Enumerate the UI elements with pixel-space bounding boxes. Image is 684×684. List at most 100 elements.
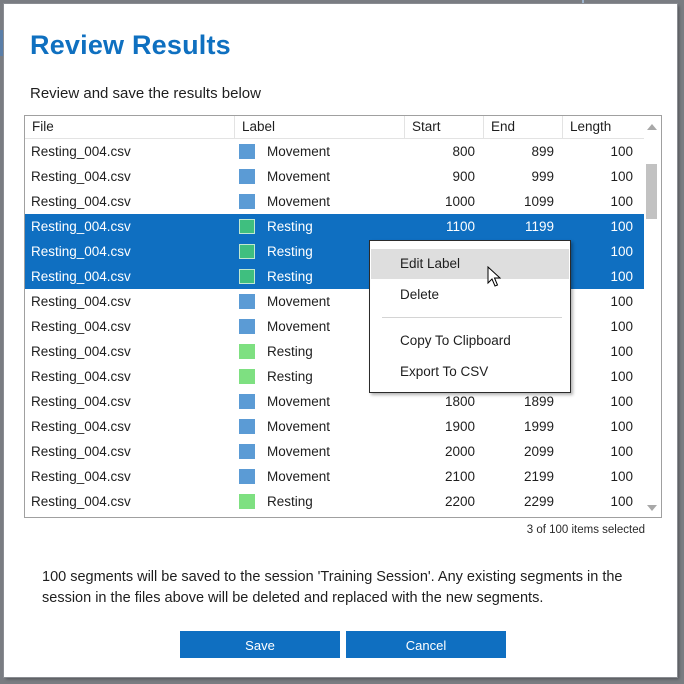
table-row[interactable]: Resting_004.csv Movement 1900 1999 100	[25, 414, 644, 439]
cell-file: Resting_004.csv	[31, 294, 131, 309]
selection-status: 3 of 100 items selected	[526, 524, 645, 536]
cell-start: 2000	[444, 444, 475, 459]
cell-length: 100	[610, 394, 633, 409]
cell-end: 999	[531, 169, 554, 184]
table-row[interactable]: Resting_004.csv Movement 800 899 100	[25, 139, 644, 164]
cell-start: 900	[452, 169, 475, 184]
cell-label: Movement	[267, 144, 331, 159]
mouse-cursor-icon	[487, 266, 501, 287]
label-color-swatch-icon	[239, 494, 255, 509]
cell-file: Resting_004.csv	[31, 369, 131, 384]
cell-length: 100	[610, 444, 633, 459]
column-header-label[interactable]: Label	[235, 116, 405, 138]
table-row[interactable]: Resting_004.csv Movement 2000 2099 100	[25, 439, 644, 464]
cell-file: Resting_004.csv	[31, 494, 131, 509]
label-color-swatch-icon	[239, 144, 255, 159]
table-header: File Label Start End Length	[25, 116, 644, 139]
cell-length: 100	[610, 494, 633, 509]
cell-file: Resting_004.csv	[31, 344, 131, 359]
column-header-file[interactable]: File	[25, 116, 235, 138]
label-color-swatch-icon	[239, 319, 255, 334]
cell-start: 2200	[444, 494, 475, 509]
cell-end: 1999	[523, 419, 554, 434]
cell-label: Movement	[267, 419, 331, 434]
label-color-swatch-icon	[239, 294, 255, 309]
label-color-swatch-icon	[239, 394, 255, 409]
cell-label: Movement	[267, 444, 331, 459]
cell-file: Resting_004.csv	[31, 244, 131, 259]
cell-file: Resting_004.csv	[31, 219, 131, 234]
cell-file: Resting_004.csv	[31, 319, 131, 334]
cell-start: 1000	[444, 194, 475, 209]
label-color-swatch-icon	[239, 194, 255, 209]
cell-label: Resting	[267, 219, 313, 234]
menu-separator	[382, 317, 562, 318]
cancel-button[interactable]: Cancel	[346, 631, 506, 658]
label-color-swatch-icon	[239, 444, 255, 459]
cell-file: Resting_004.csv	[31, 419, 131, 434]
table-row[interactable]: Resting_004.csv Movement 2100 2199 100	[25, 464, 644, 489]
table-row[interactable]: Resting_004.csv Movement 900 999 100	[25, 164, 644, 189]
context-menu: Edit Label Delete Copy To Clipboard Expo…	[369, 240, 571, 393]
menu-item-edit-label[interactable]: Edit Label	[371, 249, 569, 279]
cell-file: Resting_004.csv	[31, 444, 131, 459]
cell-start: 1900	[444, 419, 475, 434]
dialog-subtitle: Review and save the results below	[30, 85, 261, 102]
cell-length: 100	[610, 294, 633, 309]
cell-file: Resting_004.csv	[31, 469, 131, 484]
cell-length: 100	[610, 469, 633, 484]
cell-label: Resting	[267, 494, 313, 509]
cell-length: 100	[610, 344, 633, 359]
column-header-start[interactable]: Start	[405, 116, 484, 138]
cell-label: Movement	[267, 469, 331, 484]
cell-length: 100	[610, 144, 633, 159]
cell-start: 1100	[445, 219, 475, 234]
menu-item-export-to-csv[interactable]: Export To CSV	[371, 357, 569, 387]
column-header-length[interactable]: Length	[563, 116, 644, 138]
menu-item-delete[interactable]: Delete	[371, 280, 569, 310]
label-color-swatch-icon	[239, 169, 255, 184]
label-color-swatch-icon	[239, 219, 255, 234]
cell-start: 2100	[444, 469, 475, 484]
table-row[interactable]: Resting_004.csv Resting 2200 2299 100	[25, 489, 644, 514]
scrollbar-thumb[interactable]	[646, 164, 657, 219]
save-notice: 100 segments will be saved to the sessio…	[42, 569, 623, 606]
cell-length: 100	[610, 419, 633, 434]
cell-length: 100	[610, 369, 633, 384]
cell-end: 2299	[523, 494, 554, 509]
cell-end: 1099	[523, 194, 554, 209]
vertical-scrollbar[interactable]	[644, 116, 661, 517]
label-color-swatch-icon	[239, 344, 255, 359]
review-results-dialog: Review Results Review and save the resul…	[4, 4, 677, 677]
cell-start: 800	[452, 144, 475, 159]
column-header-end[interactable]: End	[484, 116, 563, 138]
table-row[interactable]: Resting_004.csv Movement 1000 1099 100	[25, 189, 644, 214]
label-color-swatch-icon	[239, 419, 255, 434]
cell-file: Resting_004.csv	[31, 269, 131, 284]
scroll-up-arrow-icon[interactable]	[647, 124, 657, 130]
label-color-swatch-icon	[239, 369, 255, 384]
cell-end: 899	[531, 144, 554, 159]
cell-file: Resting_004.csv	[31, 394, 131, 409]
cell-label: Movement	[267, 194, 331, 209]
table-row[interactable]: Resting_004.csv Resting 1100 1199 100	[25, 214, 644, 239]
cell-label: Movement	[267, 169, 331, 184]
scroll-down-arrow-icon[interactable]	[647, 505, 657, 511]
cell-length: 100	[610, 194, 633, 209]
label-color-swatch-icon	[239, 244, 255, 259]
label-color-swatch-icon	[239, 269, 255, 284]
save-button[interactable]: Save	[180, 631, 340, 658]
cell-length: 100	[610, 244, 633, 259]
cell-length: 100	[610, 269, 633, 284]
cell-length: 100	[610, 169, 633, 184]
label-color-swatch-icon	[239, 469, 255, 484]
menu-item-copy-to-clipboard[interactable]: Copy To Clipboard	[371, 326, 569, 356]
cell-end: 1199	[524, 219, 554, 234]
dialog-title: Review Results	[30, 30, 231, 60]
cell-length: 100	[610, 319, 633, 334]
cell-file: Resting_004.csv	[31, 144, 131, 159]
cell-length: 100	[610, 219, 633, 234]
cell-file: Resting_004.csv	[31, 169, 131, 184]
cell-end: 2199	[523, 469, 554, 484]
cell-file: Resting_004.csv	[31, 194, 131, 209]
